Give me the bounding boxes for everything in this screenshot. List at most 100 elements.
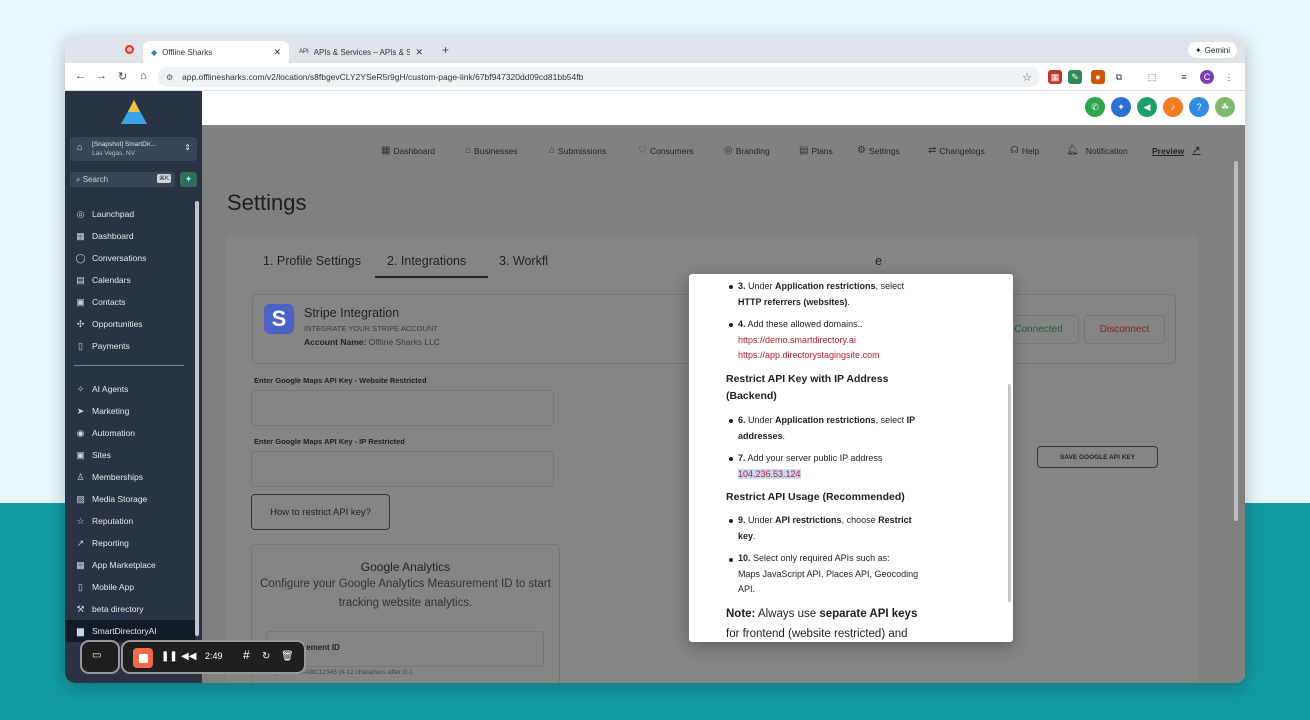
- topnav-notification[interactable]: 🔔︎ Notification: [1066, 145, 1128, 156]
- recorder-extension-icon[interactable]: ●: [1091, 70, 1105, 84]
- domain-link-1[interactable]: https://demo.smartdirectory.ai: [738, 335, 856, 345]
- sites-icon: ▣: [76, 449, 85, 460]
- topnav-dashboard[interactable]: ▦ Dashboard: [381, 145, 435, 156]
- sidebar-item-dashboard[interactable]: ▦ Dashboard: [65, 225, 195, 247]
- reload-icon[interactable]: ↻: [118, 70, 127, 83]
- bullet: [729, 419, 733, 423]
- topnav-settings[interactable]: ⚙ Settings: [857, 145, 900, 156]
- sidebar-item-launchpad[interactable]: ◎ Launchpad: [65, 203, 195, 225]
- profile-avatar[interactable]: C: [1200, 70, 1214, 84]
- sidebar-item-media-storage[interactable]: ▨ Media Storage: [65, 488, 195, 510]
- sidebar-item-memberships[interactable]: ♙ Memberships: [65, 466, 195, 488]
- sidebar-item-mobile-app[interactable]: ▯ Mobile App: [65, 576, 195, 598]
- grid-icon[interactable]: #: [243, 648, 250, 662]
- sidebar-scrollbar[interactable]: [195, 201, 199, 636]
- ip-address-selected[interactable]: 104.236.53.124: [738, 468, 801, 479]
- tab-apis-services[interactable]: API APIs & Services – APIs & Ser ✕: [291, 41, 431, 63]
- topnav-changelogs[interactable]: ⇄ Changelogs: [928, 145, 985, 156]
- step-text: .: [847, 296, 850, 307]
- sidebar-item-beta-directory[interactable]: ⚒ beta directory: [65, 598, 195, 620]
- close-tab-icon[interactable]: ✕: [273, 47, 281, 58]
- evernote-extension-icon[interactable]: ✎: [1068, 70, 1082, 84]
- sidebar-item-label: AI Agents: [92, 384, 129, 394]
- how-to-restrict-button[interactable]: How to restrict API key?: [251, 494, 390, 530]
- calendar-extension-icon[interactable]: ▦: [1048, 70, 1062, 84]
- camera-toggle[interactable]: ▭: [80, 640, 120, 674]
- modal-scrollbar[interactable]: [1008, 384, 1011, 602]
- topnav-plans[interactable]: ▤ Plans: [799, 145, 833, 156]
- main-scrollbar[interactable]: [1234, 161, 1238, 521]
- reading-list-icon[interactable]: ≡: [1177, 70, 1191, 84]
- site-settings-icon[interactable]: ⚙: [166, 73, 173, 82]
- home-icon[interactable]: ⌂: [140, 70, 147, 82]
- sidebar-item-calendars[interactable]: ▤ Calendars: [65, 269, 195, 291]
- topnav-submissions[interactable]: ⌂ Submissions: [549, 145, 606, 156]
- megaphone-icon[interactable]: ◀: [1137, 97, 1157, 117]
- screenshot-extension-icon[interactable]: ⬚: [1145, 70, 1159, 84]
- tab-offline-sharks[interactable]: ◆ Offline Sharks ✕: [143, 41, 289, 63]
- sidebar-item-reporting[interactable]: ↗ Reporting: [65, 532, 195, 554]
- notifications-bell-icon[interactable]: ♪: [1163, 97, 1183, 117]
- tab-partial[interactable]: e: [875, 254, 882, 268]
- topnav-consumers[interactable]: ♡ Consumers: [638, 145, 693, 156]
- sidebar-item-app-marketplace[interactable]: ▦ App Marketplace: [65, 554, 195, 576]
- topnav-businesses[interactable]: ⌂ Businesses: [465, 145, 518, 156]
- topnav-help[interactable]: ☊ Help: [1010, 145, 1039, 156]
- note-text: Always use: [755, 608, 820, 620]
- stop-recording-button[interactable]: [133, 648, 153, 668]
- gemini-icon: ✦: [1194, 45, 1202, 55]
- heading-ip-restrict: Restrict API Key with IP Address (Backend…: [726, 371, 888, 405]
- domain-link-2[interactable]: https://app.directorystagingsite.com: [738, 350, 880, 360]
- trash-icon[interactable]: 🗑︎: [281, 651, 294, 662]
- url-field[interactable]: ⚙ app.offlinesharks.com/v2/location/s8fb…: [158, 67, 1040, 87]
- topnav-branding[interactable]: ◎ Branding: [724, 145, 770, 156]
- close-tab-icon[interactable]: ✕: [415, 47, 423, 58]
- stripe-title: Stripe Integration: [304, 306, 400, 320]
- topnav-preview[interactable]: Preview ↗: [1152, 145, 1201, 156]
- back-icon[interactable]: ←: [75, 70, 86, 82]
- save-google-api-key-button[interactable]: SAVE GOOGLE API KEY: [1037, 446, 1158, 468]
- tab-workflow[interactable]: 3. Workfl: [499, 254, 548, 268]
- quick-action-sparkle-icon[interactable]: ✦: [180, 172, 197, 187]
- step-6: 6. Under Application restrictions, selec…: [738, 413, 978, 444]
- step-text: Under: [745, 281, 776, 291]
- bullet: [729, 285, 733, 289]
- chat-icon: ◯: [75, 252, 86, 263]
- sidebar-item-sites[interactable]: ▣ Sites: [65, 444, 195, 466]
- stripe-subtitle: INTEGRATE YOUR STRIPE ACCOUNT: [304, 324, 438, 333]
- account-switcher[interactable]: ⌂ [Snapshot] SmartDir... Las Vegas, NV ⇕: [70, 137, 197, 161]
- sidebar-item-contacts[interactable]: ▣ Contacts: [65, 291, 195, 313]
- sidebar-search[interactable]: ⌕ Search ⌘K: [70, 172, 175, 187]
- phone-icon[interactable]: ✆: [1085, 97, 1105, 117]
- restart-icon[interactable]: ↻: [262, 651, 270, 662]
- user-avatar[interactable]: ☘: [1215, 97, 1235, 117]
- ip-key-input[interactable]: [251, 451, 554, 487]
- payments-icon: ▯: [78, 340, 83, 351]
- bookmark-star-icon[interactable]: ☆: [1022, 71, 1032, 84]
- pause-icon[interactable]: ❚❚: [161, 651, 178, 662]
- disconnect-button[interactable]: Disconnect: [1084, 315, 1165, 344]
- help-circle-icon[interactable]: ?: [1189, 97, 1209, 117]
- sidebar-item-label: Launchpad: [92, 209, 135, 219]
- measurement-id-field[interactable]: rement ID: [266, 631, 544, 667]
- sidebar-item-smartdirectoryai[interactable]: ▆ SmartDirectoryAI: [65, 620, 195, 642]
- sidebar-item-ai-agents[interactable]: ✧ AI Agents: [65, 378, 195, 400]
- gemini-button[interactable]: ✦ Gemini: [1187, 42, 1237, 58]
- forward-icon[interactable]: →: [96, 70, 107, 82]
- rewind-icon[interactable]: ◀◀: [181, 651, 196, 662]
- sidebar-item-conversations[interactable]: ◯ Conversations: [65, 247, 195, 269]
- sidebar-item-reputation[interactable]: ☆ Reputation: [65, 510, 195, 532]
- sidebar-item-marketing[interactable]: ➤ Marketing: [65, 400, 195, 422]
- sidebar-item-opportunities[interactable]: ✣ Opportunities: [65, 313, 195, 335]
- ai-assistant-icon[interactable]: ✦: [1111, 97, 1131, 117]
- browser-menu-icon[interactable]: ⋮: [1222, 70, 1236, 84]
- tab-integrations[interactable]: 2. Integrations: [387, 254, 466, 268]
- sidebar-item-automation[interactable]: ◉ Automation: [65, 422, 195, 444]
- extensions-puzzle-icon[interactable]: ⧉: [1112, 70, 1126, 84]
- new-tab-icon[interactable]: +: [442, 43, 449, 57]
- measurement-id-label: rement ID: [303, 643, 340, 652]
- sidebar-item-payments[interactable]: ▯ Payments: [65, 335, 195, 357]
- search-icon: ⌕: [76, 175, 81, 184]
- tab-profile-settings[interactable]: 1. Profile Settings: [263, 254, 361, 268]
- website-key-input[interactable]: [251, 390, 554, 426]
